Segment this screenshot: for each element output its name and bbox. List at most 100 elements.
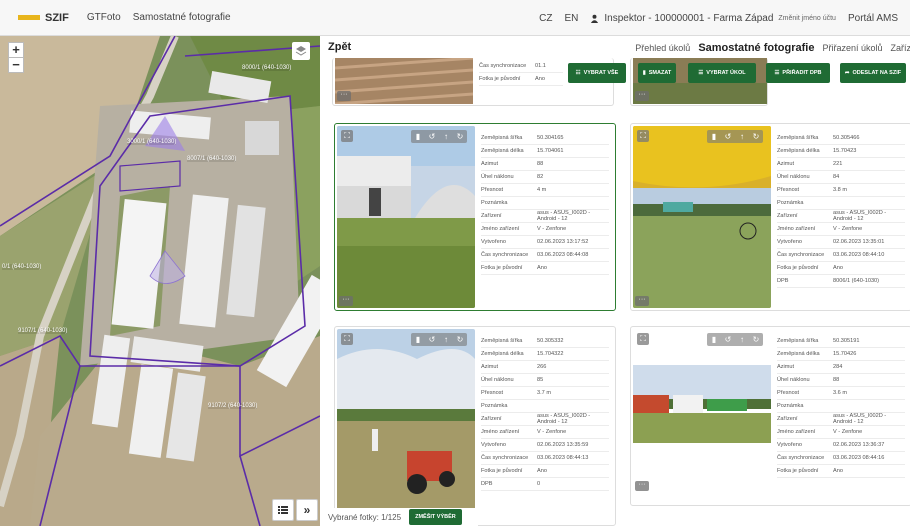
meta-key: Čas synchronizace: [481, 252, 529, 258]
send-to-szif-button[interactable]: ➦ ODESLAT NA SZIF: [840, 63, 906, 83]
photo-actions: ▮ ↺ ↑ ↻: [707, 333, 763, 346]
meta-row: Přesnost 3.8 m: [777, 184, 905, 197]
change-name-link[interactable]: Změnit jméno účtu: [778, 15, 836, 22]
meta-row: Přesnost 4 m: [481, 184, 609, 197]
more-button[interactable]: ···: [635, 481, 649, 491]
meta-key: Přesnost: [481, 187, 504, 193]
top-bar: SZIF GTFoto Samostatné fotografie CZ EN …: [0, 0, 910, 36]
lang-en[interactable]: EN: [564, 13, 578, 24]
send-icon: ➦: [844, 70, 850, 76]
meta-key: Azimut: [481, 161, 499, 167]
meta-key: Úhel náklonu: [777, 377, 810, 383]
meta-value: 88: [833, 377, 840, 383]
meta-key: Čas synchronizace: [481, 455, 529, 461]
collapse-map-button[interactable]: »: [296, 499, 318, 521]
photo-thumbnail: [337, 329, 475, 525]
rotate-right-icon[interactable]: ↻: [749, 130, 763, 143]
photo-actions: ▮ ↺ ↑ ↻: [411, 333, 467, 346]
meta-value: 82: [537, 174, 544, 180]
meta-key: Jméno zařízení: [777, 226, 816, 232]
photo-card[interactable]: ⛶ ▮ ↺ ↑ ↻ ··· Zeměpisná šířka 50.304165 Ze…: [334, 123, 616, 311]
meta-value: 15.704322: [537, 351, 564, 357]
trash-icon[interactable]: ▮: [707, 333, 721, 346]
meta-row: Zeměpisná šířka 50.305191: [777, 335, 905, 348]
parcel-label: 9107/2 (640-1030): [208, 403, 258, 409]
arrow-up-icon[interactable]: ↑: [439, 333, 453, 346]
meta-row: Zeměpisná délka 15.704061: [481, 145, 609, 158]
more-button[interactable]: ···: [337, 91, 351, 101]
rotate-left-icon[interactable]: ↺: [425, 130, 439, 143]
photo-card[interactable]: ⛶ ▮ ↺ ↑ ↻ ··· Zeměpisná šířka 50.305191 Ze…: [630, 326, 910, 506]
meta-key: Úhel náklonu: [481, 377, 514, 383]
trash-icon[interactable]: ▮: [707, 130, 721, 143]
layers-button[interactable]: [292, 42, 310, 60]
photo-card[interactable]: ⛶ ▮ ↺ ↑ ↻ ··· Zeměpisná šířka 50.305466 Ze…: [630, 123, 910, 311]
expand-icon[interactable]: ⛶: [341, 130, 353, 142]
user-menu[interactable]: Inspektor - 100000001 - Farma Západ Změn…: [590, 13, 836, 24]
meta-value: 02.06.2023 13:36:37: [833, 442, 885, 448]
nav-samostatne-fotografie[interactable]: Samostatné fotografie: [133, 12, 231, 23]
selected-count: Vybrané fotky: 1/125: [328, 512, 402, 522]
assign-dpb-button[interactable]: ☰ PŘIŘADIT DPB: [766, 63, 830, 83]
meta-key: Zařízení: [777, 213, 798, 219]
meta-key: Fotka je původní: [777, 265, 819, 271]
tab-zarizeni[interactable]: Zaříze: [890, 43, 910, 53]
meta-key: Zeměpisná šířka: [481, 135, 523, 141]
photo-card[interactable]: ⛶ ▮ ↺ ↑ ↻ ··· Zeměpisná šířka50.305332Ze…: [334, 326, 616, 526]
expand-icon[interactable]: ⛶: [637, 130, 649, 142]
meta-key: Zeměpisná šířka: [777, 338, 819, 344]
meta-row: Zeměpisná délka 15.70423: [777, 145, 905, 158]
meta-row: Úhel náklonu 85: [481, 374, 609, 387]
parcel-label: 0/1 (640-1030): [2, 264, 42, 270]
rotate-left-icon[interactable]: ↺: [721, 333, 735, 346]
tab-prehled-ukolu[interactable]: Přehled úkolů: [635, 43, 690, 53]
meta-row: Azimut 221: [777, 158, 905, 171]
delete-button[interactable]: ▮ SMAZAT: [638, 63, 676, 83]
meta-row: Úhel náklonu 88: [777, 374, 905, 387]
arrow-up-icon[interactable]: ↑: [439, 130, 453, 143]
user-icon: [591, 14, 599, 23]
meta-row: Vytvořeno 02.06.2023 13:17:52: [481, 236, 609, 249]
szif-logo[interactable]: SZIF: [18, 12, 69, 24]
tab-samostatne-fotografie[interactable]: Samostatné fotografie: [698, 42, 814, 54]
zoom-out-button[interactable]: −: [8, 57, 24, 73]
nav-gtfoto[interactable]: GTFoto: [87, 12, 121, 23]
lang-cz[interactable]: CZ: [539, 13, 552, 24]
meta-row: Fotka je původní Ano: [777, 465, 905, 478]
select-all-button[interactable]: ☷ VYBRAT VŠE: [568, 63, 626, 83]
select-task-button[interactable]: ☰ VYBRAT ÚKOL: [688, 63, 756, 83]
meta-value: 266: [537, 364, 547, 370]
more-button[interactable]: ···: [339, 296, 353, 306]
rotate-right-icon[interactable]: ↻: [453, 333, 467, 346]
back-link[interactable]: Zpět: [328, 41, 351, 53]
list-view-button[interactable]: [272, 499, 294, 521]
rotate-right-icon[interactable]: ↻: [749, 333, 763, 346]
trash-icon[interactable]: ▮: [411, 333, 425, 346]
rotate-left-icon[interactable]: ↺: [425, 333, 439, 346]
meta-value: V - Zenfone: [537, 429, 567, 435]
meta-row: Zařízení asus - ASUS_I002D - Android - 12: [481, 210, 609, 223]
arrow-up-icon[interactable]: ↑: [735, 130, 749, 143]
meta-row: Vytvořeno 02.06.2023 13:35:59: [481, 439, 609, 452]
expand-icon[interactable]: ⛶: [341, 333, 353, 345]
arrow-up-icon[interactable]: ↑: [735, 333, 749, 346]
rotate-right-icon[interactable]: ↻: [453, 130, 467, 143]
more-button[interactable]: ···: [635, 296, 649, 306]
trash-icon[interactable]: ▮: [411, 130, 425, 143]
aerial-map: [0, 36, 320, 526]
zoom-in-button[interactable]: +: [8, 42, 24, 58]
expand-icon[interactable]: ⛶: [637, 333, 649, 345]
tab-prirazeni-ukolu[interactable]: Přiřazení úkolů: [822, 43, 882, 53]
meta-row: Úhel náklonu 84: [777, 171, 905, 184]
portal-ams-link[interactable]: Portál AMS: [848, 13, 898, 24]
grid-icon: ☷: [575, 70, 581, 76]
meta-value: asus - ASUS_I002D - Android - 12: [833, 413, 887, 425]
meta-value: 03.06.2023 08:44:08: [537, 252, 589, 258]
parcel-label: 8007/1 (640-1030): [187, 156, 237, 162]
map-view[interactable]: + − 8000/1 (640-1030) 3000/1 (640-1030) …: [0, 36, 320, 526]
more-button[interactable]: ···: [635, 91, 649, 101]
user-name: Inspektor - 100000001 - Farma Západ: [604, 12, 774, 24]
reduce-selection-button[interactable]: ZMĚŠIT VÝBĚR: [409, 509, 462, 525]
rotate-left-icon[interactable]: ↺: [721, 130, 735, 143]
meta-row: Poznámka: [481, 197, 609, 210]
